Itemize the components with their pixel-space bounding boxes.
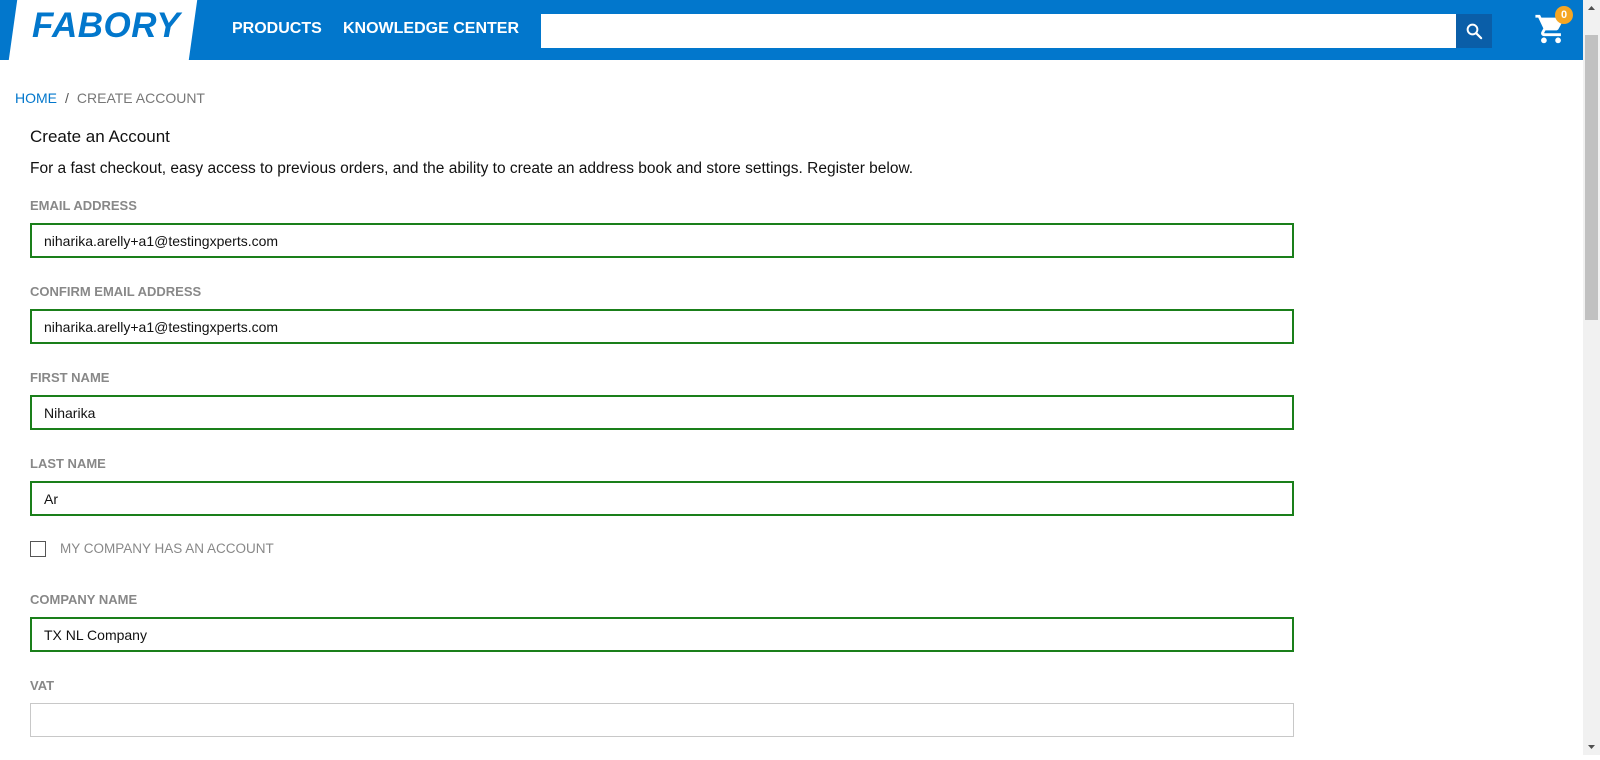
nav-knowledge-center[interactable]: KNOWLEDGE CENTER [343,20,519,38]
confirm-email-field[interactable] [30,309,1294,344]
page: FABORY PRODUCTS KNOWLEDGE CENTER 0 HOME /… [0,0,1583,755]
breadcrumb: HOME / CREATE ACCOUNT [15,90,205,106]
company-account-checkbox-label[interactable]: MY COMPANY HAS AN ACCOUNT [60,541,274,556]
search-button[interactable] [1456,14,1492,48]
scroll-down-arrow[interactable] [1583,738,1600,755]
intro-text: For a fast checkout, easy access to prev… [30,160,914,177]
vat-label: VAT [30,678,55,693]
nav-products[interactable]: PRODUCTS [232,20,322,38]
scroll-up-arrow[interactable] [1583,0,1600,17]
email-field[interactable] [30,223,1294,258]
vertical-scrollbar[interactable] [1583,0,1600,755]
cart-count-badge: 0 [1555,6,1573,24]
cart-button[interactable]: 0 [1534,6,1574,48]
first-name-label: FIRST NAME [30,370,110,385]
vat-field[interactable] [30,703,1294,737]
search-icon [1466,23,1483,40]
fabory-logo[interactable]: FABORY [32,6,180,46]
company-account-checkbox[interactable] [30,541,46,557]
search-input[interactable] [541,14,1456,48]
page-title: Create an Account [30,127,170,146]
email-label: EMAIL ADDRESS [30,198,137,213]
breadcrumb-current: CREATE ACCOUNT [76,90,205,106]
last-name-label: LAST NAME [30,456,106,471]
company-name-field[interactable] [30,617,1294,652]
confirm-email-label: CONFIRM EMAIL ADDRESS [30,284,202,299]
breadcrumb-home-link[interactable]: HOME [15,90,57,106]
scroll-down-icon [1588,745,1595,749]
company-name-label: COMPANY NAME [30,592,138,607]
last-name-field[interactable] [30,481,1294,516]
first-name-field[interactable] [30,395,1294,430]
scrollbar-thumb[interactable] [1585,35,1598,320]
breadcrumb-separator: / [65,90,69,106]
site-header: FABORY PRODUCTS KNOWLEDGE CENTER 0 [0,0,1583,60]
scroll-up-icon [1588,6,1595,10]
